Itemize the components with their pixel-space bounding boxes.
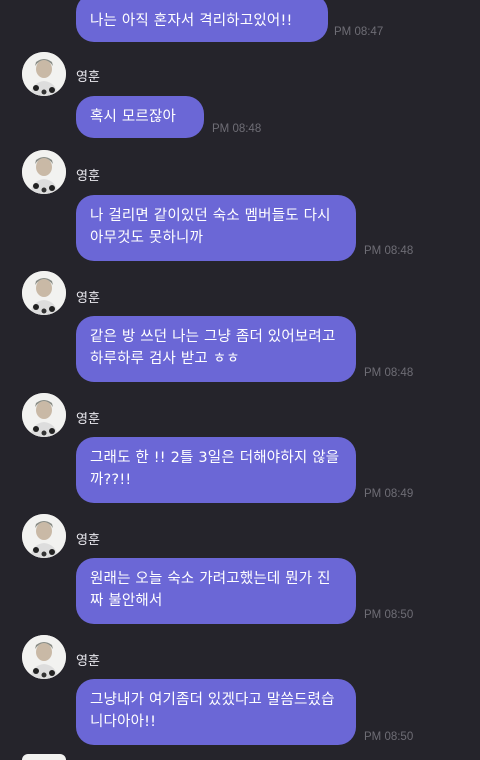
message-time: PM 08:50: [364, 731, 414, 743]
message-text: 나 걸리면 같이있던 숙소 멤버들도 다시 아무것도 못하니까: [90, 208, 331, 246]
message-bubble[interactable]: 나는 아직 혼자서 격리하고있어!!: [76, 0, 328, 42]
sender-name: 영훈: [76, 291, 100, 306]
avatar[interactable]: [22, 635, 66, 679]
message-bubble[interactable]: 나 걸리면 같이있던 숙소 멤버들도 다시 아무것도 못하니까: [76, 195, 356, 261]
message-text: 그냥내가 여기좀더 있겠다고 말씀드렸습니다아아!!: [90, 692, 335, 730]
avatar[interactable]: [22, 393, 66, 437]
sender-name: 영훈: [76, 533, 100, 548]
avatar[interactable]: [22, 271, 66, 315]
avatar[interactable]: [22, 52, 66, 96]
message-bubble[interactable]: 같은 방 쓰던 나는 그냥 좀더 있어보려고 하루하루 검사 받고 ㅎㅎ: [76, 316, 356, 382]
sender-name: 영훈: [76, 70, 100, 85]
message-time: PM 08:47: [334, 26, 384, 38]
message-text: 나는 아직 혼자서 격리하고있어!!: [90, 13, 293, 29]
message-bubble[interactable]: 그래도 한 !! 2틀 3일은 더해야하지 않을까??!!: [76, 437, 356, 503]
message-bubble[interactable]: 원래는 오늘 숙소 가려고했는데 뭔가 진짜 불안해서: [76, 558, 356, 624]
message-bubble[interactable]: 그냥내가 여기좀더 있겠다고 말씀드렸습니다아아!!: [76, 679, 356, 745]
message-time: PM 08:49: [364, 488, 414, 500]
message-bubble[interactable]: 혹시 모르잖아: [76, 96, 204, 138]
message-time: PM 08:48: [364, 245, 414, 257]
message-text: 그래도 한 !! 2틀 3일은 더해야하지 않을까??!!: [90, 450, 340, 488]
sender-name: 영훈: [76, 169, 100, 184]
message-time: PM 08:50: [364, 609, 414, 621]
avatar[interactable]: [22, 514, 66, 558]
message-time: PM 08:48: [364, 367, 414, 379]
message-text: 혹시 모르잖아: [90, 109, 177, 125]
sender-name: 영훈: [76, 654, 100, 669]
avatar[interactable]: [22, 754, 66, 760]
message-time: PM 08:48: [212, 123, 262, 135]
sender-name: 영훈: [76, 412, 100, 427]
message-text: 같은 방 쓰던 나는 그냥 좀더 있어보려고 하루하루 검사 받고 ㅎㅎ: [90, 329, 336, 367]
avatar[interactable]: [22, 150, 66, 194]
message-text: 원래는 오늘 숙소 가려고했는데 뭔가 진짜 불안해서: [90, 571, 331, 609]
